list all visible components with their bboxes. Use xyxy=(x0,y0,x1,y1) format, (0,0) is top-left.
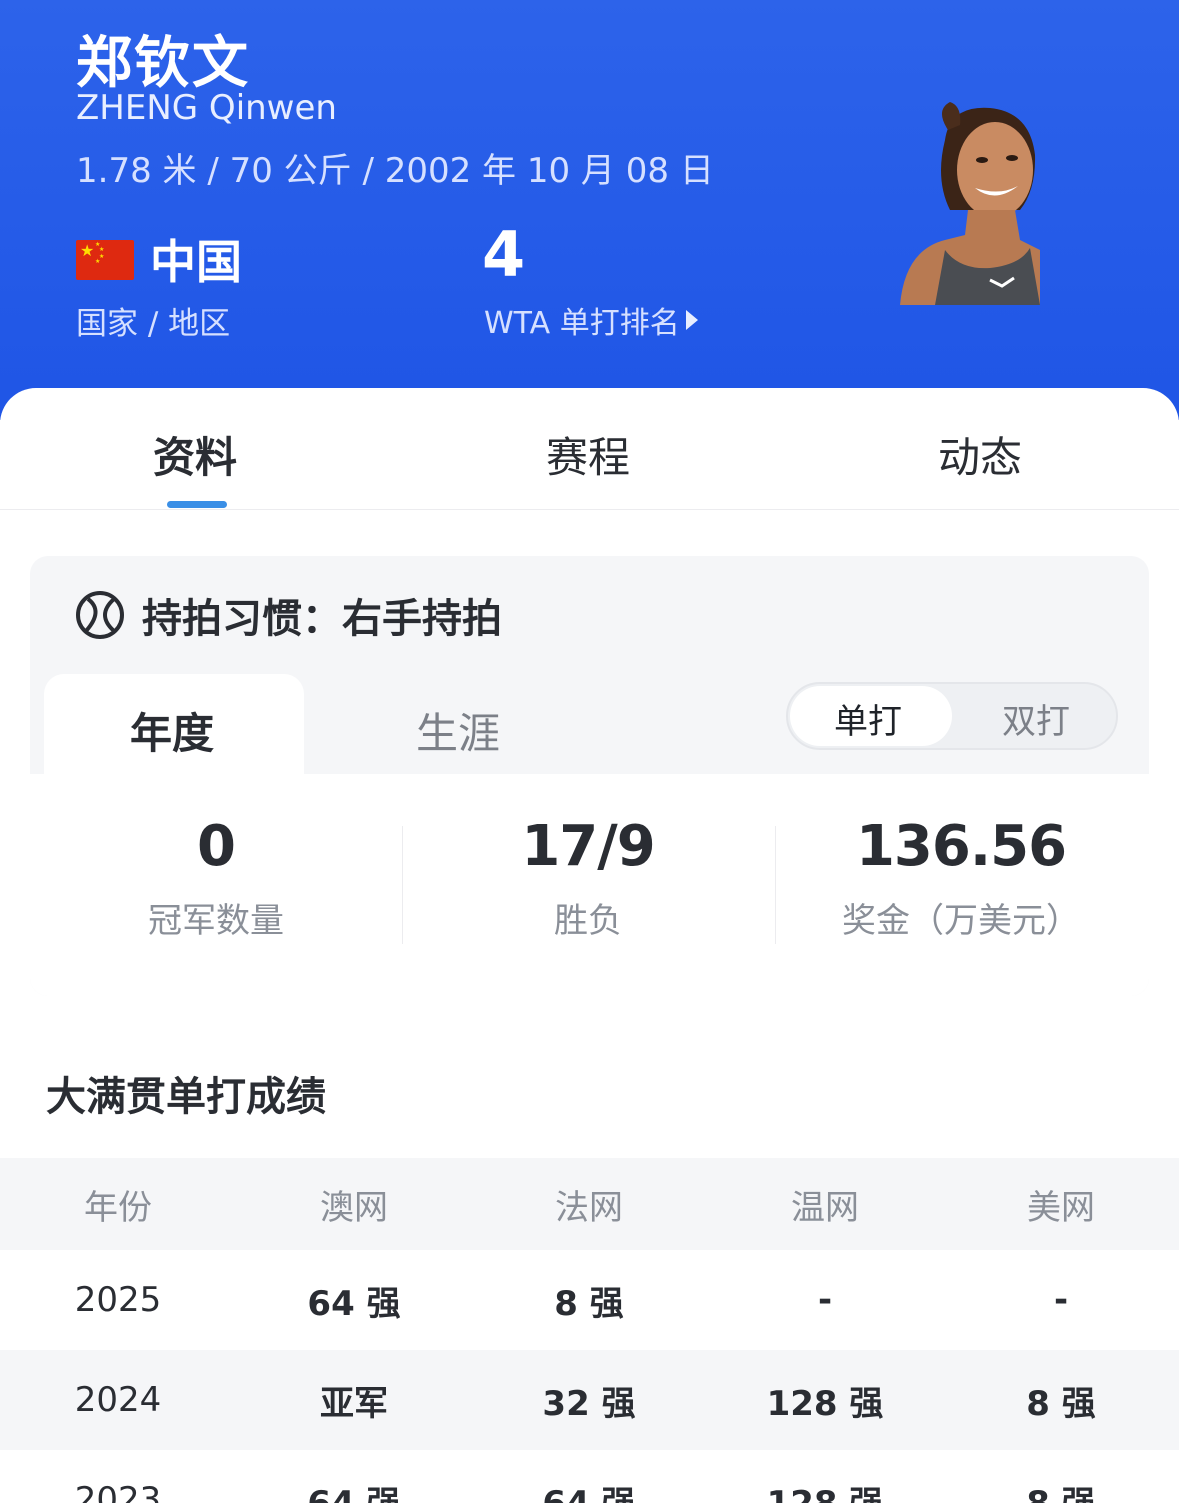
active-tab-indicator xyxy=(167,501,227,508)
year-cell: 2024 xyxy=(74,1380,162,1420)
year-cell: 2025 xyxy=(74,1280,162,1320)
triangle-right-icon xyxy=(685,310,698,330)
result-cell: 64 强 xyxy=(307,1283,401,1324)
profile-sheet: 资料 赛程 动态 持拍习惯：右手持拍 年度 生涯 单打 双打 0 冠军数量 17… xyxy=(0,388,1179,1503)
result-cell: 64 强 xyxy=(236,1450,472,1503)
stat-prize-money: 136.56 奖金（万美元） xyxy=(775,814,1147,942)
result-cell: - xyxy=(817,1280,833,1320)
stat-label: 奖金（万美元） xyxy=(842,901,1080,941)
segment-year[interactable]: 年度 xyxy=(130,700,214,761)
tennis-ball-icon xyxy=(76,591,124,639)
result-cell: 亚军 xyxy=(320,1383,388,1424)
china-flag-icon: ★ ★ ★ ★ ★ xyxy=(76,240,134,280)
stats-card: 持拍习惯：右手持拍 年度 生涯 单打 双打 0 冠军数量 17/9 胜负 136… xyxy=(30,556,1149,996)
result-cell: 128 强 xyxy=(766,1383,884,1424)
header-cell: 美网 xyxy=(1027,1187,1095,1228)
result-cell: 64 强 xyxy=(471,1450,707,1503)
header-cell: 澳网 xyxy=(320,1187,388,1228)
main-tab-bar: 资料 赛程 动态 xyxy=(0,388,1179,510)
table-header-row: 年份 澳网 法网 温网 美网 xyxy=(0,1158,1179,1250)
header-cell: 年份 xyxy=(84,1187,152,1228)
tab-news[interactable]: 动态 xyxy=(938,424,1022,485)
stat-value: 136.56 xyxy=(855,814,1067,879)
player-name-cn: 郑钦文 xyxy=(76,31,250,96)
stats-values-panel: 0 冠军数量 17/9 胜负 136.56 奖金（万美元） xyxy=(30,774,1149,996)
player-bio-meta: 1.78 米 / 70 公斤 / 2002 年 10 月 08 日 xyxy=(76,151,714,191)
stat-value: 17/9 xyxy=(521,814,655,879)
stat-label: 冠军数量 xyxy=(148,901,284,941)
result-cell: 8 强 xyxy=(943,1450,1179,1503)
result-cell: 8 强 xyxy=(554,1283,624,1324)
grip-habit-text: 持拍习惯：右手持拍 xyxy=(142,596,502,642)
player-avatar xyxy=(900,102,1040,305)
stat-win-loss: 17/9 胜负 xyxy=(402,814,774,942)
table-row: 2023 64 强 64 强 128 强 8 强 xyxy=(0,1450,1179,1503)
country-value: 中国 xyxy=(150,235,242,289)
wta-rank-label: WTA 单打排名 xyxy=(484,306,680,341)
wta-rank-link[interactable]: WTA 单打排名 xyxy=(484,298,698,342)
result-cell: 32 强 xyxy=(542,1383,636,1424)
header-cell: 温网 xyxy=(791,1187,859,1228)
result-cell: 128 强 xyxy=(707,1450,943,1503)
grand-slam-table: 年份 澳网 法网 温网 美网 2025 64 强 8 强 - - 2024 亚军… xyxy=(0,1158,1179,1503)
grand-slam-title: 大满贯单打成绩 xyxy=(46,1074,326,1120)
player-name-en: ZHENG Qinwen xyxy=(76,88,337,128)
player-header: 郑钦文 ZHENG Qinwen 1.78 米 / 70 公斤 / 2002 年… xyxy=(0,0,1179,420)
header-cell: 法网 xyxy=(555,1187,623,1228)
wta-rank-value: 4 xyxy=(482,218,526,291)
table-row: 2024 亚军 32 强 128 强 8 强 xyxy=(0,1350,1179,1450)
result-cell: - xyxy=(1053,1280,1069,1320)
tab-schedule[interactable]: 赛程 xyxy=(546,424,630,485)
table-row: 2025 64 强 8 强 - - xyxy=(0,1250,1179,1350)
segment-career[interactable]: 生涯 xyxy=(416,700,500,761)
grip-habit: 持拍习惯：右手持拍 xyxy=(74,586,502,644)
toggle-doubles[interactable]: 双打 xyxy=(1002,694,1070,743)
stat-value: 0 xyxy=(197,814,236,879)
result-cell: 8 强 xyxy=(1026,1383,1096,1424)
stat-label: 胜负 xyxy=(554,901,622,941)
tab-profile[interactable]: 资料 xyxy=(153,424,237,485)
year-cell: 2023 xyxy=(74,1480,162,1503)
country-label: 国家 / 地区 xyxy=(76,306,231,342)
singles-doubles-toggle[interactable]: 单打 双打 xyxy=(786,682,1118,750)
stat-titles: 0 冠军数量 xyxy=(30,814,402,942)
toggle-singles[interactable]: 单打 xyxy=(834,694,902,743)
